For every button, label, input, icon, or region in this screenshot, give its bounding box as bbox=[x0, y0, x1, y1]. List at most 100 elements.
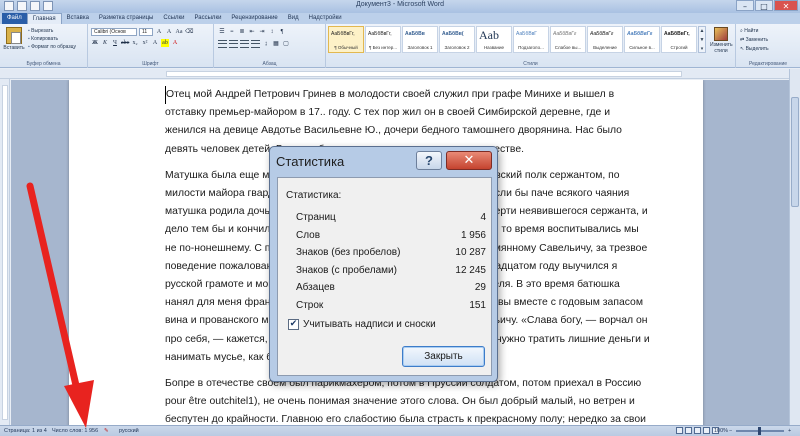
checkbox-label: Учитывать надписи и сноски bbox=[303, 319, 436, 330]
clipboard-actions: Вырезать Копировать Формат по образцу bbox=[28, 27, 76, 51]
underline-button[interactable]: Ч bbox=[111, 39, 119, 47]
style-subtitle[interactable]: АаБбВвГ Подзаголо... bbox=[513, 26, 549, 53]
justify-button[interactable] bbox=[251, 40, 260, 48]
style-subtle-emphasis[interactable]: АаБбВвГг Слабое вы... bbox=[550, 26, 586, 53]
increase-indent-button[interactable]: ⇥ bbox=[258, 28, 266, 36]
superscript-button[interactable]: x² bbox=[141, 39, 149, 47]
strikethrough-button[interactable]: abc bbox=[121, 39, 129, 47]
italic-button[interactable]: К bbox=[101, 39, 109, 47]
paragraph-group-label: Абзац bbox=[262, 61, 277, 67]
stat-label: Слов bbox=[296, 229, 321, 241]
page-indicator[interactable]: Страница: 1 из 4 bbox=[4, 427, 47, 436]
full-screen-reading-icon[interactable] bbox=[685, 427, 692, 434]
style-preview: Aab bbox=[479, 28, 499, 42]
cut-button[interactable]: Вырезать bbox=[28, 27, 76, 35]
clipboard-icon bbox=[6, 27, 22, 44]
include-textboxes-checkbox[interactable]: ✔ Учитывать надписи и сноски bbox=[288, 319, 436, 330]
clear-formatting-button[interactable]: ⌫ bbox=[185, 28, 193, 36]
change-styles-button[interactable]: Изменить стили bbox=[710, 27, 733, 54]
stat-row-chars-with-spaces: Знаков (с пробелами) 12 245 bbox=[296, 263, 486, 281]
paragraph-group: ☰ ≡ ≣ ⇤ ⇥ ↕ ¶ ↨ ▦ ▢ Абзац bbox=[214, 24, 326, 68]
align-center-button[interactable] bbox=[229, 40, 238, 48]
show-marks-button[interactable]: ¶ bbox=[278, 28, 286, 36]
subscript-button[interactable]: x₂ bbox=[131, 39, 139, 47]
stat-value: 151 bbox=[469, 299, 486, 311]
copy-button[interactable]: Копировать bbox=[28, 35, 76, 43]
format-painter-button[interactable]: Формат по образцу bbox=[28, 43, 76, 51]
style-name: Заголовок 1 bbox=[407, 45, 433, 50]
help-button[interactable]: ? bbox=[416, 151, 442, 170]
zoom-slider[interactable] bbox=[736, 427, 784, 435]
style-heading-2[interactable]: АаБбВв( Заголовок 2 bbox=[439, 26, 475, 53]
clipboard-group-label: Буфер обмена bbox=[26, 61, 61, 67]
line-spacing-button[interactable]: ↨ bbox=[262, 40, 270, 48]
multilevel-list-button[interactable]: ≣ bbox=[238, 28, 246, 36]
style-heading-1[interactable]: АаБбВв Заголовок 1 bbox=[402, 26, 438, 53]
shrink-font-button[interactable]: A bbox=[165, 28, 173, 36]
style-normal[interactable]: АаБбВвГг, ¶ Обычный bbox=[328, 26, 364, 53]
decrease-indent-button[interactable]: ⇤ bbox=[248, 28, 256, 36]
scrollbar-thumb[interactable] bbox=[791, 97, 799, 207]
shading-button[interactable]: ▦ bbox=[272, 40, 280, 48]
style-emphasis[interactable]: АаБбВвГг Выделение bbox=[587, 26, 623, 53]
font-size-box[interactable]: 11 bbox=[139, 28, 153, 36]
numbering-button[interactable]: ≡ bbox=[228, 28, 236, 36]
paste-button[interactable]: Вставить bbox=[3, 27, 25, 55]
bold-button[interactable]: Ж bbox=[91, 39, 99, 47]
tab-view[interactable]: Вид bbox=[283, 13, 304, 24]
find-label: Найти bbox=[744, 28, 759, 34]
web-layout-icon[interactable] bbox=[694, 427, 701, 434]
editing-group-label: Редактирование bbox=[748, 61, 788, 67]
text-effects-button[interactable]: A bbox=[151, 39, 159, 47]
style-title[interactable]: Aab Название bbox=[476, 26, 512, 53]
checkmark-icon[interactable]: ✔ bbox=[288, 319, 299, 330]
minimize-button[interactable]: – bbox=[736, 0, 754, 11]
tab-file[interactable]: Файл bbox=[2, 13, 27, 24]
style-no-spacing[interactable]: АаБбВвГг, ¶ Без интер... bbox=[365, 26, 401, 53]
tab-review[interactable]: Рецензирование bbox=[226, 13, 282, 24]
replace-button[interactable]: ⇄ Заменить bbox=[740, 36, 769, 45]
language-indicator[interactable]: русский bbox=[119, 427, 139, 436]
proofing-icon[interactable]: ✎ bbox=[104, 427, 109, 436]
zoom-out-icon[interactable]: − bbox=[729, 427, 732, 436]
tab-page-layout[interactable]: Разметка страницы bbox=[94, 13, 158, 24]
style-strong[interactable]: АаБбВвГг, Строгий bbox=[661, 26, 697, 53]
outline-icon[interactable] bbox=[703, 427, 710, 434]
borders-button[interactable]: ▢ bbox=[282, 40, 290, 48]
close-button[interactable]: Закрыть bbox=[402, 346, 485, 367]
tab-references[interactable]: Ссылки bbox=[158, 13, 189, 24]
font-name-box[interactable]: Calibri (Основ bbox=[91, 28, 137, 36]
dialog-close-button[interactable]: ✕ bbox=[446, 151, 492, 170]
sort-button[interactable]: ↕ bbox=[268, 28, 276, 36]
font-color-button[interactable]: A bbox=[171, 39, 179, 47]
statistics-heading: Статистика: bbox=[286, 190, 342, 201]
close-window-button[interactable]: ✕ bbox=[774, 0, 798, 11]
tab-home[interactable]: Главная bbox=[26, 13, 62, 24]
horizontal-ruler[interactable] bbox=[0, 69, 800, 79]
zoom-level[interactable]: 100% bbox=[714, 427, 728, 436]
select-button[interactable]: ↖ Выделить bbox=[740, 45, 769, 54]
tab-mailings[interactable]: Рассылки bbox=[189, 13, 226, 24]
vertical-scrollbar[interactable] bbox=[789, 69, 800, 425]
stat-row-pages: Страниц 4 bbox=[296, 210, 486, 228]
align-right-button[interactable] bbox=[240, 40, 249, 48]
bullets-button[interactable]: ☰ bbox=[218, 28, 226, 36]
change-case-button[interactable]: Aa bbox=[175, 28, 183, 36]
highlight-button[interactable]: ab bbox=[161, 39, 169, 47]
tab-addins[interactable]: Надстройки bbox=[304, 13, 347, 24]
print-layout-icon[interactable] bbox=[676, 427, 683, 434]
ribbon: Вставить Вырезать Копировать Формат по о… bbox=[0, 24, 800, 68]
styles-scroll-arrows[interactable]: ▲ ▼ ▾ bbox=[698, 26, 706, 53]
vertical-ruler[interactable] bbox=[0, 79, 10, 425]
stat-label: Строк bbox=[296, 299, 324, 311]
grow-font-button[interactable]: A bbox=[155, 28, 163, 36]
maximize-button[interactable]: □ bbox=[755, 0, 773, 11]
style-name: Выделение bbox=[593, 45, 617, 50]
align-left-button[interactable] bbox=[218, 40, 227, 48]
word-count-indicator[interactable]: Число слов: 1 956 bbox=[52, 427, 98, 436]
tab-insert[interactable]: Вставка bbox=[62, 13, 94, 24]
zoom-in-icon[interactable]: + bbox=[788, 427, 791, 436]
style-intense-emphasis[interactable]: АаБбВвГг Сильное в... bbox=[624, 26, 660, 53]
ruler-track bbox=[2, 85, 8, 420]
find-button[interactable]: ⌕ Найти bbox=[740, 27, 769, 36]
